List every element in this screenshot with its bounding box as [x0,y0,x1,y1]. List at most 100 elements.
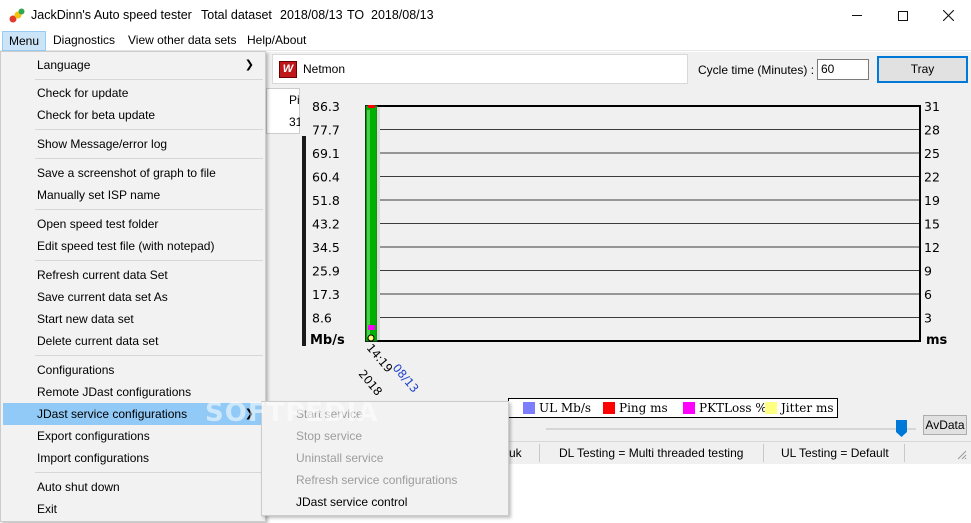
menu-item-edit-file[interactable]: Edit speed test file (with notepad) [3,235,264,257]
speed-chart: 86.3 31 77.7 28 69.1 25 60.4 22 51.8 19 43.2 15 34.5… [302,99,948,398]
submenu-item-stop-service[interactable]: Stop service [264,425,507,447]
submenu-item-uninstall-service[interactable]: Uninstall service [264,447,507,469]
chevron-right-icon: ❯ [244,59,254,71]
slider-track[interactable] [546,428,916,430]
status-separator [763,444,764,462]
y2-tick-label: 28 [924,123,940,138]
y-tick-label: 8.6 [312,311,332,326]
menu-diagnostics[interactable]: Diagnostics [47,31,121,51]
y2-tick-label: 9 [924,264,932,279]
y-tick-label: 69.1 [312,146,340,161]
y-tick-label: 17.3 [312,287,340,302]
title-bar: JackDinn's Auto speed tester Total datas… [0,0,971,31]
menu-item-show-log[interactable]: Show Message/error log [3,133,264,155]
chart-left-bar [302,136,306,346]
app-title: JackDinn's Auto speed tester [31,8,192,22]
netmon-icon: W [279,61,297,78]
menu-item-export-config[interactable]: Export configurations [3,425,264,447]
y2-tick-label: 19 [924,193,940,208]
submenu-item-service-control[interactable]: JDast service control [264,491,507,513]
avdata-button[interactable]: AvData [923,415,967,435]
menu-item-open-folder[interactable]: Open speed test folder [3,213,264,235]
menu-item-configurations[interactable]: Configurations [3,359,264,381]
legend-swatch-jitter [765,402,777,414]
watermark: SOFTPEDIA [205,398,379,428]
status-isp: uk [509,446,522,460]
menu-item-start-new-data[interactable]: Start new data set [3,308,264,330]
x-year-label: 2018 [356,367,386,398]
menu-item-set-isp-name[interactable]: Manually set ISP name [3,184,264,206]
y2-axis-label: ms [926,333,948,348]
maximize-button[interactable] [880,0,926,31]
minimize-icon [852,15,862,16]
chart-area: 86.3 31 77.7 28 69.1 25 60.4 22 51.8 19 43.2 15 34.5… [300,92,971,400]
date-from: 2018/08/13 [280,8,343,22]
cycle-time-input[interactable]: 60 [817,59,869,80]
menu-item-auto-shutdown[interactable]: Auto shut down [3,476,264,498]
close-icon [942,10,954,21]
menu-item-delete-data[interactable]: Delete current data set [3,330,264,352]
y2-tick-label: 25 [924,146,940,161]
dl-bar-highlight [367,110,370,337]
jitter-marker [367,334,375,342]
resize-grip-icon[interactable] [957,450,967,460]
menu-separator [35,158,263,159]
maximize-icon [898,10,908,21]
y-tick-label: 86.3 [312,99,340,114]
y-tick-label: 77.7 [312,123,340,138]
menu-item-check-update[interactable]: Check for update [3,82,264,104]
menu-item-save-screenshot[interactable]: Save a screenshot of graph to file [3,162,264,184]
menu-item-language[interactable]: Language ❯ [3,54,264,76]
menu-menu[interactable]: Menu [2,31,47,51]
menu-view-other-data-sets[interactable]: View other data sets [122,31,243,51]
cycle-time-label: Cycle time (Minutes) : [698,63,815,77]
y-tick-label: 25.9 [312,264,340,279]
minimize-button[interactable] [834,0,880,31]
legend-swatch-ul [523,402,535,414]
menu-item-exit[interactable]: Exit [3,498,264,520]
legend-item-ping: Ping ms [603,401,668,415]
side-data-column: Pi 31 [266,88,302,134]
bar-shadow [377,107,380,340]
status-ul-testing: UL Testing = Default [781,446,889,460]
legend-swatch-ping [603,402,615,414]
main-dropdown-menu: Language ❯ Check for update Check for bet… [0,51,266,522]
menu-item-check-beta-update[interactable]: Check for beta update [3,104,264,126]
status-dl-testing: DL Testing = Multi threaded testing [559,446,744,460]
menu-item-import-config[interactable]: Import configurations [3,447,264,469]
submenu-item-refresh-service-config[interactable]: Refresh service configurations [264,469,507,491]
menu-separator [35,472,263,473]
y2-tick-label: 22 [924,170,940,185]
to-label: TO [347,8,365,22]
menu-separator [35,129,263,130]
menu-item-save-data-as[interactable]: Save current data set As [3,286,264,308]
slider-thumb[interactable] [896,420,907,437]
y2-tick-label: 6 [924,287,932,302]
menu-separator [35,355,263,356]
menu-separator [35,209,263,210]
y2-tick-label: 31 [924,99,940,114]
y-tick-label: 51.8 [312,193,340,208]
menu-separator [35,260,263,261]
ping-marker [368,105,375,108]
chart-legend: UL Mb/s Ping ms PKTLoss % Jitter ms [508,398,838,418]
pktloss-marker [368,325,375,330]
legend-item-ul: UL Mb/s [523,401,591,415]
side-column-header: Pi [289,93,300,107]
x-date-label: 08/13 [390,361,422,395]
y-tick-label: 34.5 [312,240,340,255]
legend-item-jitter: Jitter ms [765,401,833,415]
tray-button[interactable]: Tray [877,56,968,83]
y-tick-label: 43.2 [312,217,340,232]
menu-item-refresh-data[interactable]: Refresh current data Set [3,264,264,286]
close-button[interactable] [925,0,971,31]
y-axis-label: Mb/s [310,333,345,348]
y-tick-label: 60.4 [312,170,340,185]
status-separator [539,444,540,462]
total-dataset-label: Total dataset [201,8,272,22]
date-to: 2018/08/13 [371,8,434,22]
y2-tick-label: 12 [924,240,940,255]
legend-swatch-pktloss [683,402,695,414]
menu-bar: Menu Diagnostics View other data sets He… [0,31,971,51]
menu-help-about[interactable]: Help/About [241,31,312,51]
